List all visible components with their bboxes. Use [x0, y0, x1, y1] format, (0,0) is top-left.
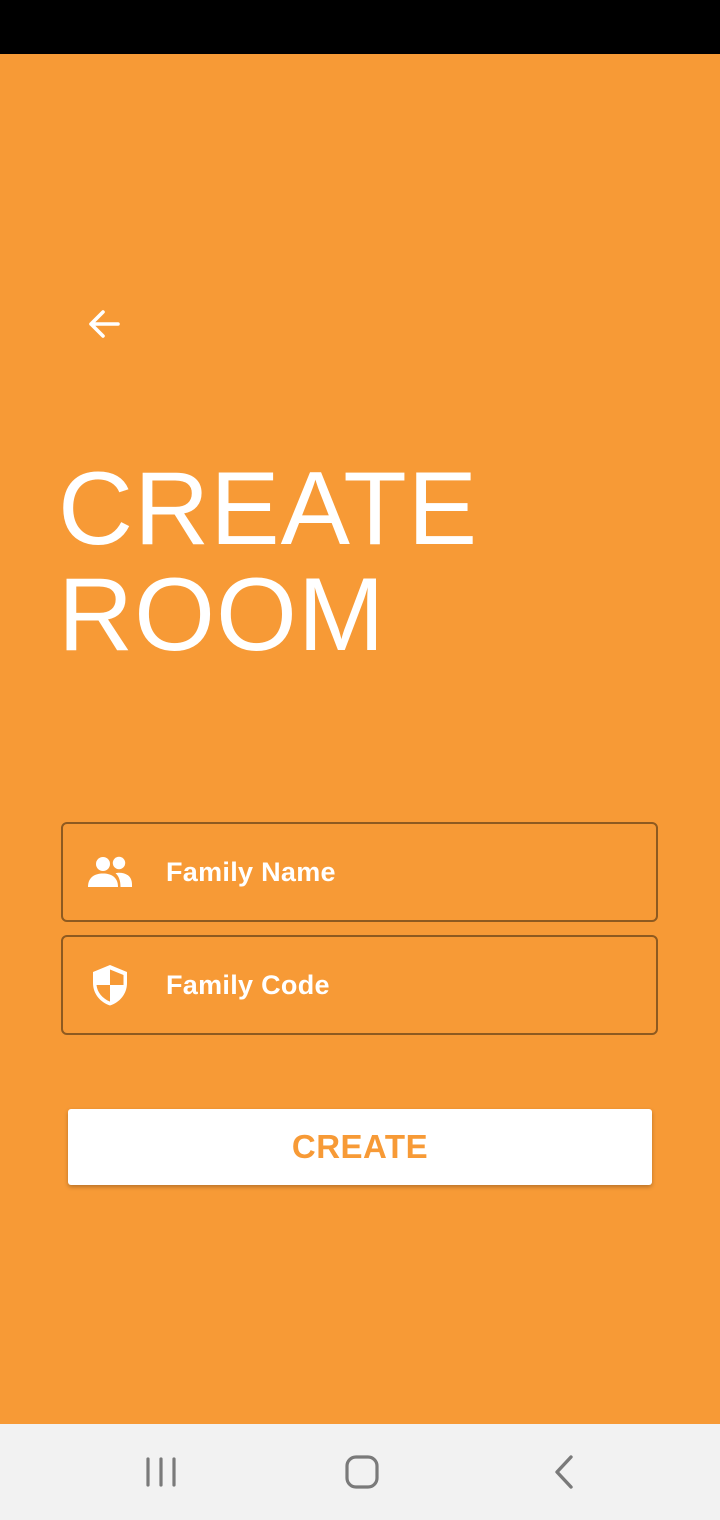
arrow-left-icon — [89, 310, 120, 338]
status-bar — [0, 0, 720, 54]
page-title-line-1: CREATE — [58, 451, 479, 567]
page-title-line-2: ROOM — [58, 557, 386, 673]
people-icon — [85, 847, 135, 897]
recents-button[interactable] — [131, 1442, 191, 1502]
shield-icon — [85, 960, 135, 1010]
back-button[interactable] — [74, 294, 134, 354]
system-navigation-bar — [0, 1424, 720, 1520]
family-code-placeholder: Family Code — [166, 969, 330, 1000]
create-room-screen: CREATE ROOM Family Name Family Code CREA… — [0, 0, 720, 1520]
home-icon — [345, 1455, 379, 1489]
family-name-input[interactable]: Family Name — [61, 822, 658, 922]
system-back-button[interactable] — [534, 1442, 594, 1502]
family-name-placeholder: Family Name — [166, 856, 336, 887]
recents-icon — [146, 1457, 176, 1487]
page-title: CREATE ROOM — [58, 456, 478, 668]
home-button[interactable] — [332, 1442, 392, 1502]
back-chevron-icon — [555, 1455, 573, 1489]
family-code-input[interactable]: Family Code — [61, 935, 658, 1035]
create-button[interactable]: CREATE — [68, 1109, 652, 1185]
